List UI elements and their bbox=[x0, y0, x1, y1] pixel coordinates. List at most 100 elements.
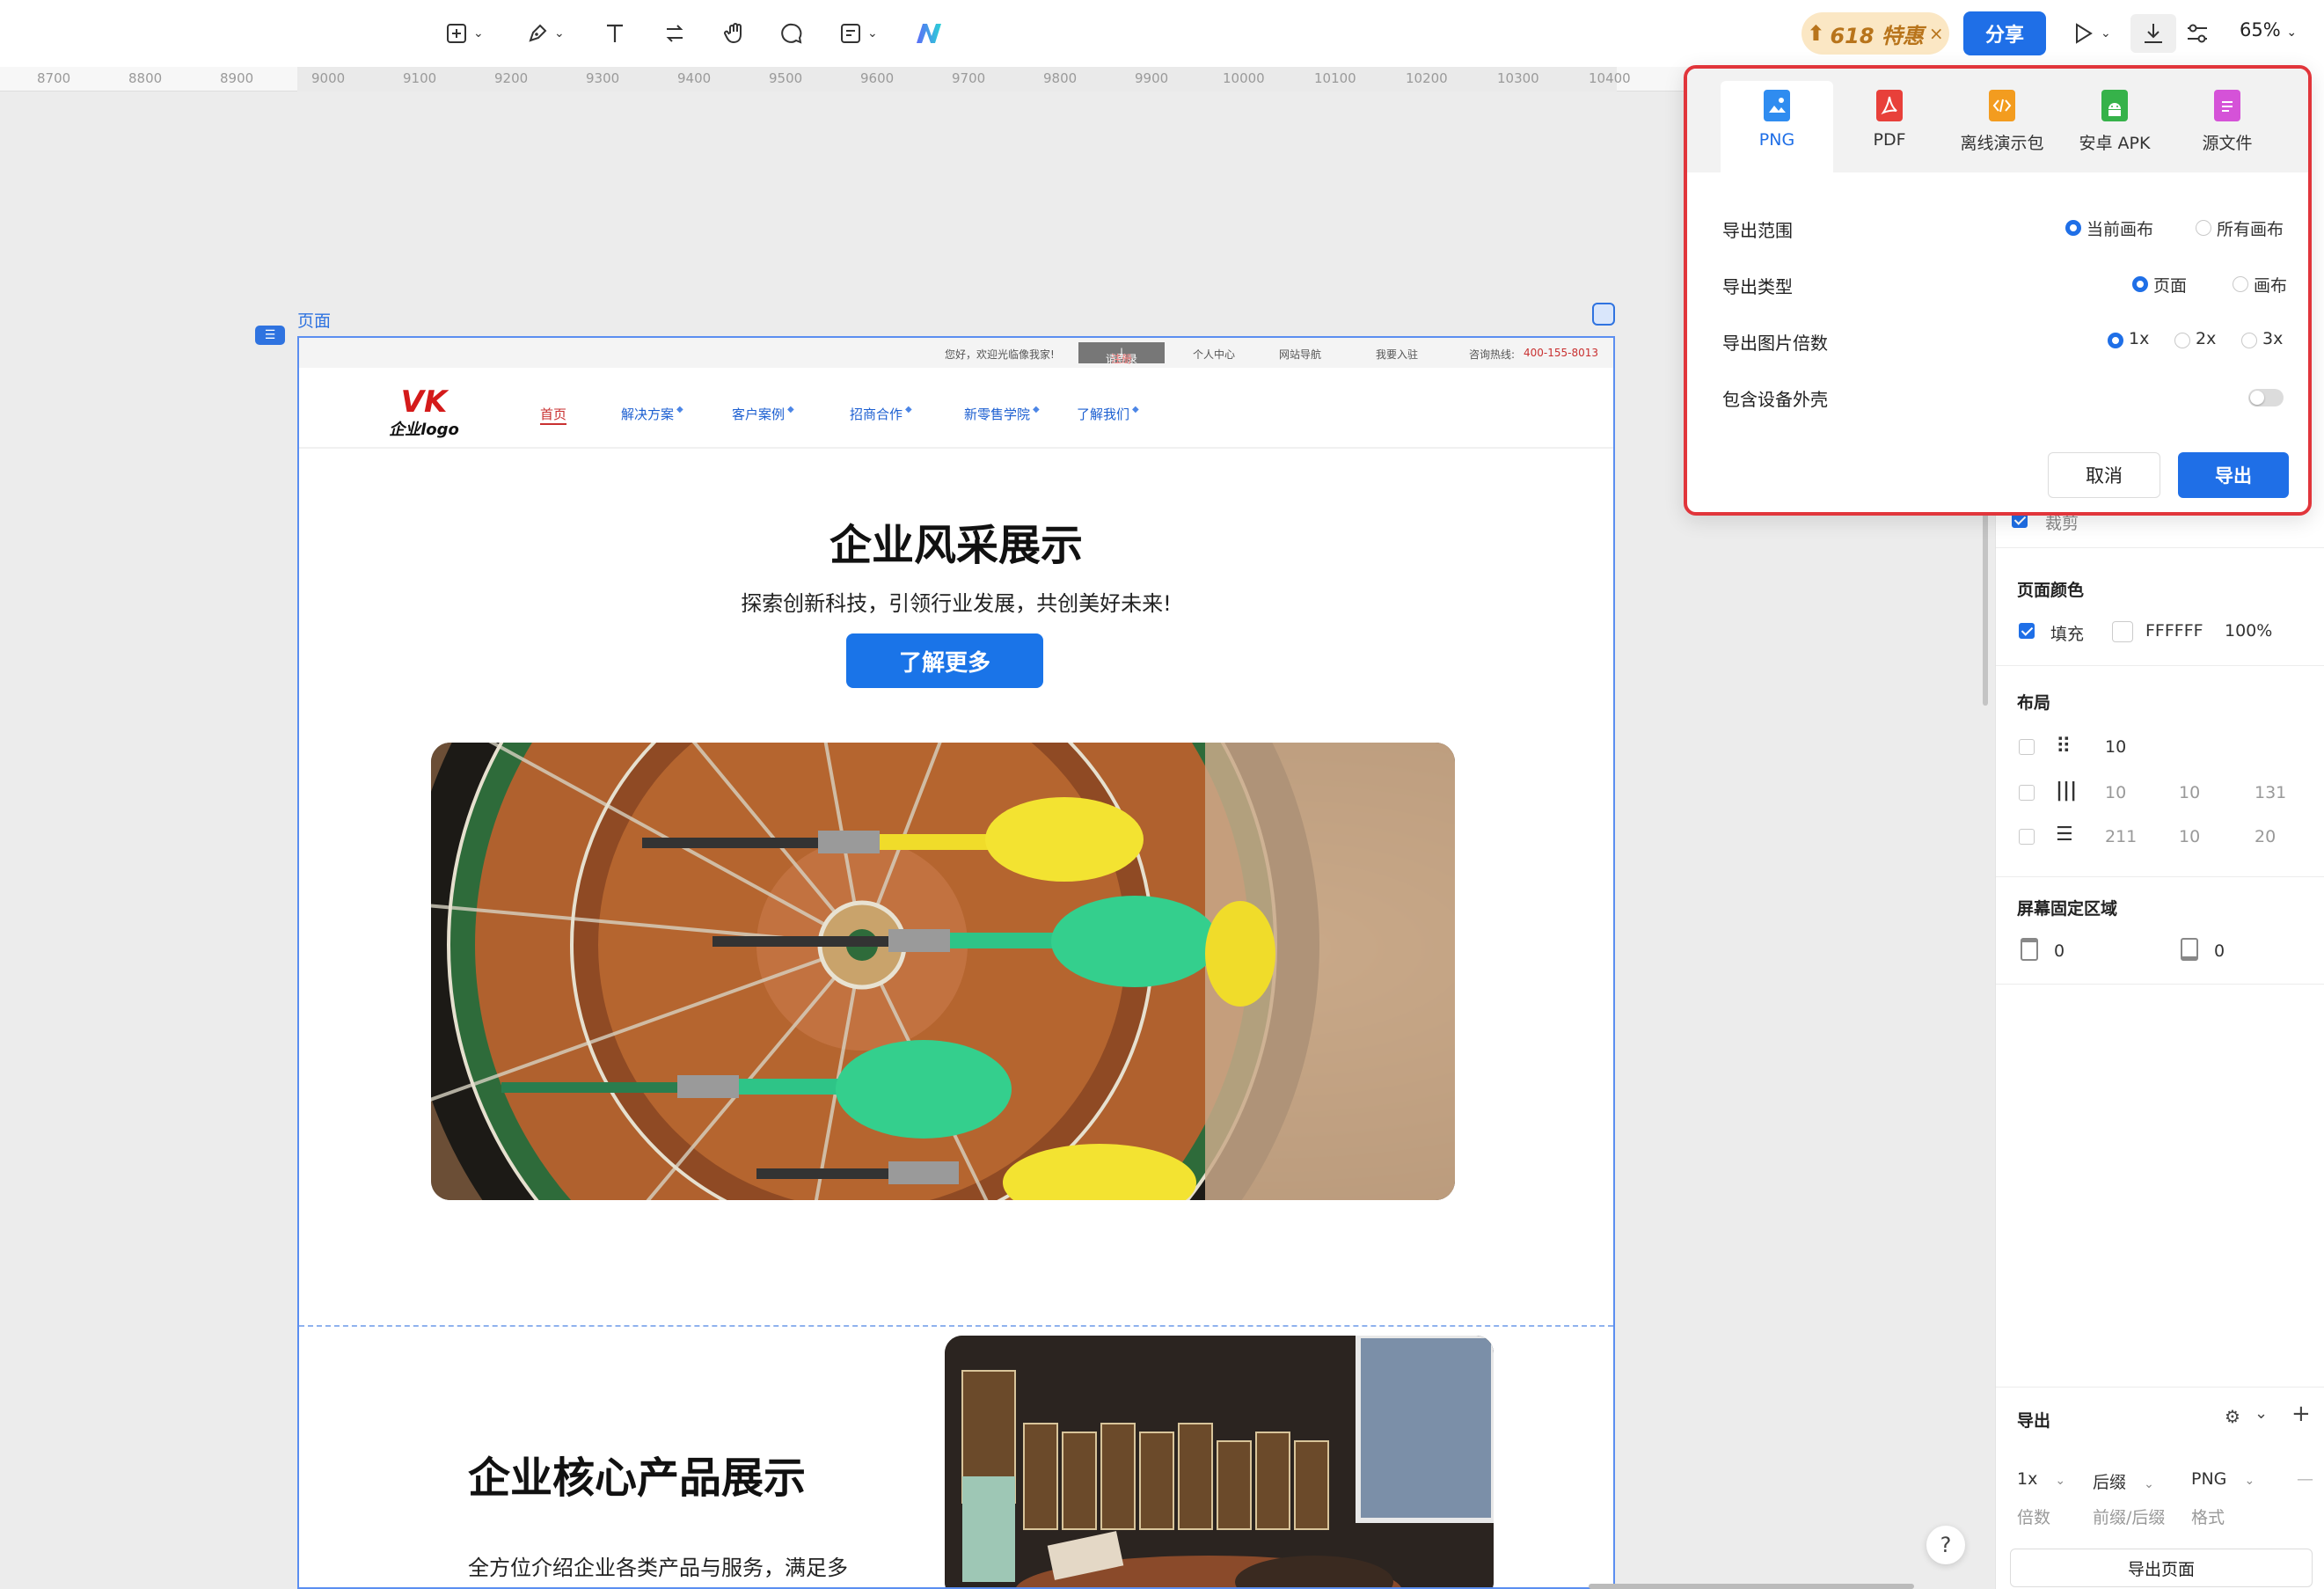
range-all-label[interactable]: 所有画布 bbox=[2217, 216, 2284, 240]
site-register[interactable]: 注册 bbox=[1111, 351, 1132, 366]
fill-checkbox[interactable] bbox=[2019, 623, 2035, 639]
text-tool[interactable] bbox=[603, 14, 626, 53]
scale-1x-radio[interactable] bbox=[2108, 333, 2123, 348]
nav-badge-icon: ◆ bbox=[905, 405, 912, 414]
device-frame-toggle[interactable] bbox=[2248, 389, 2284, 406]
page-list-icon[interactable]: ☰ bbox=[255, 326, 285, 345]
grid-checkbox[interactable] bbox=[2019, 739, 2035, 755]
site-join[interactable]: 我要入驻 bbox=[1376, 347, 1418, 362]
panel-divider bbox=[1996, 984, 2324, 985]
sliders-icon[interactable]: ⚙ bbox=[2225, 1406, 2240, 1427]
chevron-down-icon: ⌄ bbox=[2055, 1474, 2066, 1488]
tab-android-apk[interactable]: 安卓 APK bbox=[2058, 81, 2171, 172]
help-button[interactable]: ? bbox=[1926, 1526, 1965, 1564]
fixed-top-input[interactable]: 0 bbox=[2054, 941, 2065, 961]
pdf-file-icon bbox=[1876, 90, 1903, 121]
columns-width-input[interactable]: 131 bbox=[2255, 783, 2286, 802]
scale-3x-label[interactable]: 3x bbox=[2262, 329, 2283, 348]
type-page-radio[interactable] bbox=[2132, 276, 2148, 292]
add-export-icon[interactable]: + bbox=[2291, 1401, 2311, 1427]
page-frame-label[interactable]: 页面 bbox=[297, 308, 331, 332]
logo-text: 企业logo bbox=[389, 421, 459, 439]
scale-1x-label[interactable]: 1x bbox=[2129, 329, 2149, 348]
hero-learn-more-button[interactable]: 了解更多 bbox=[846, 633, 1043, 688]
ruler-tick: 10000 bbox=[1223, 70, 1265, 86]
tab-source-file[interactable]: 源文件 bbox=[2171, 81, 2284, 172]
settings-button[interactable] bbox=[2185, 14, 2210, 53]
type-canvas-label[interactable]: 画布 bbox=[2254, 273, 2287, 297]
nav-badge-icon: ◆ bbox=[787, 405, 794, 414]
site-nav-solutions[interactable]: 解决方案 ◆ bbox=[621, 405, 683, 423]
note-tool[interactable]: ⌄ bbox=[839, 14, 878, 53]
share-button[interactable]: 分享 bbox=[1963, 11, 2046, 55]
site-logo[interactable]: VK 企业logo bbox=[382, 387, 466, 440]
site-nav-partners[interactable]: 招商合作 ◆ bbox=[850, 405, 912, 423]
type-page-label[interactable]: 页面 bbox=[2153, 273, 2187, 297]
site-nav-cases[interactable]: 客户案例 ◆ bbox=[732, 405, 794, 423]
download-button[interactable] bbox=[2130, 14, 2176, 53]
export-scale-select[interactable]: 1x ⌄ bbox=[2017, 1469, 2065, 1489]
canvas-vertical-scrollbar[interactable] bbox=[1983, 510, 1988, 706]
tab-png[interactable]: PNG bbox=[1721, 81, 1833, 172]
site-navigation[interactable]: 网站导航 bbox=[1279, 347, 1321, 362]
cancel-button[interactable]: 取消 bbox=[2048, 452, 2160, 498]
comment-tool[interactable] bbox=[781, 14, 804, 53]
fill-color-swatch[interactable] bbox=[2112, 621, 2133, 642]
scale-2x-label[interactable]: 2x bbox=[2196, 329, 2216, 348]
site-nav-academy[interactable]: 新零售学院 ◆ bbox=[964, 405, 1040, 423]
ruler-tick: 10200 bbox=[1406, 70, 1448, 86]
site-personal-center[interactable]: 个人中心 bbox=[1193, 347, 1235, 362]
remove-export-icon[interactable]: — bbox=[2297, 1469, 2313, 1489]
export-range-label: 导出范围 bbox=[1722, 220, 1793, 241]
rows-count-input[interactable]: 211 bbox=[2105, 827, 2137, 846]
rows-height-input[interactable]: 20 bbox=[2255, 827, 2276, 846]
canvas-horizontal-scrollbar[interactable] bbox=[1589, 1584, 1914, 1589]
columns-gutter-input[interactable]: 10 bbox=[2179, 783, 2200, 802]
scale-2x-radio[interactable] bbox=[2174, 333, 2190, 348]
range-current-radio[interactable] bbox=[2065, 220, 2081, 236]
panel-divider bbox=[1996, 665, 2324, 666]
ai-tool[interactable] bbox=[915, 14, 943, 53]
fill-hex-input[interactable]: FFFFFF bbox=[2145, 621, 2203, 641]
columns-count-input[interactable]: 10 bbox=[2105, 783, 2126, 802]
site-nav-label: 招商合作 bbox=[850, 406, 903, 422]
device-frame-label: 包含设备外壳 bbox=[1722, 389, 1828, 410]
site-login-box[interactable]: 请登录 | 注册 bbox=[1078, 342, 1165, 366]
export-suffix-select[interactable]: 后缀 ⌄ bbox=[2093, 1469, 2154, 1493]
pen-tool[interactable]: ⌄ bbox=[526, 14, 565, 53]
text-icon bbox=[603, 22, 626, 45]
range-current-label[interactable]: 当前画布 bbox=[2086, 216, 2153, 240]
export-format-select[interactable]: PNG ⌄ bbox=[2191, 1469, 2255, 1489]
frame-tool[interactable]: ⌄ bbox=[445, 14, 484, 53]
export-scale-caption: 倍数 bbox=[2017, 1508, 2051, 1527]
ruler-tick: 9800 bbox=[1043, 70, 1078, 86]
fixed-bottom-input[interactable]: 0 bbox=[2214, 941, 2225, 961]
range-all-radio[interactable] bbox=[2196, 220, 2211, 236]
page-frame[interactable]: 您好，欢迎光临像我家! 请登录 | 注册 个人中心 网站导航 我要入驻 咨询热线… bbox=[297, 336, 1615, 1589]
scale-3x-radio[interactable] bbox=[2241, 333, 2257, 348]
export-page-button[interactable]: 导出页面 bbox=[2010, 1549, 2313, 1587]
type-canvas-radio[interactable] bbox=[2233, 276, 2248, 292]
rows-checkbox[interactable] bbox=[2019, 829, 2035, 845]
tab-offline-package[interactable]: 离线演示包 bbox=[1946, 81, 2058, 172]
site-nav-label: 客户案例 bbox=[732, 406, 786, 422]
fill-opacity-input[interactable]: 100% bbox=[2225, 621, 2272, 641]
site-nav-about[interactable]: 了解我们 ◆ bbox=[1077, 405, 1139, 423]
export-button[interactable]: 导出 bbox=[2178, 452, 2289, 498]
tab-pdf[interactable]: PDF bbox=[1833, 81, 1946, 172]
grid-size-input[interactable]: 10 bbox=[2105, 737, 2126, 757]
rows-gutter-input[interactable]: 10 bbox=[2179, 827, 2200, 846]
chevron-down-icon[interactable]: ⌄ bbox=[2255, 1404, 2268, 1423]
promo-badge[interactable]: ⬆ 618 特惠 × bbox=[1801, 12, 1949, 55]
columns-checkbox[interactable] bbox=[2019, 785, 2035, 801]
site-welcome: 您好，欢迎光临像我家! bbox=[945, 348, 1055, 361]
play-button[interactable]: ⌄ bbox=[2071, 14, 2111, 53]
site-nav-home[interactable]: 首页 bbox=[540, 405, 567, 425]
zoom-dropdown[interactable]: 65% ⌄ bbox=[2240, 19, 2297, 40]
hand-tool[interactable] bbox=[723, 14, 748, 53]
connector-tool[interactable] bbox=[663, 14, 686, 53]
close-icon[interactable]: × bbox=[1929, 23, 1944, 44]
page-action-icon[interactable] bbox=[1592, 303, 1615, 326]
ruler-tick: 10300 bbox=[1497, 70, 1539, 86]
panel-divider bbox=[1996, 547, 2324, 548]
